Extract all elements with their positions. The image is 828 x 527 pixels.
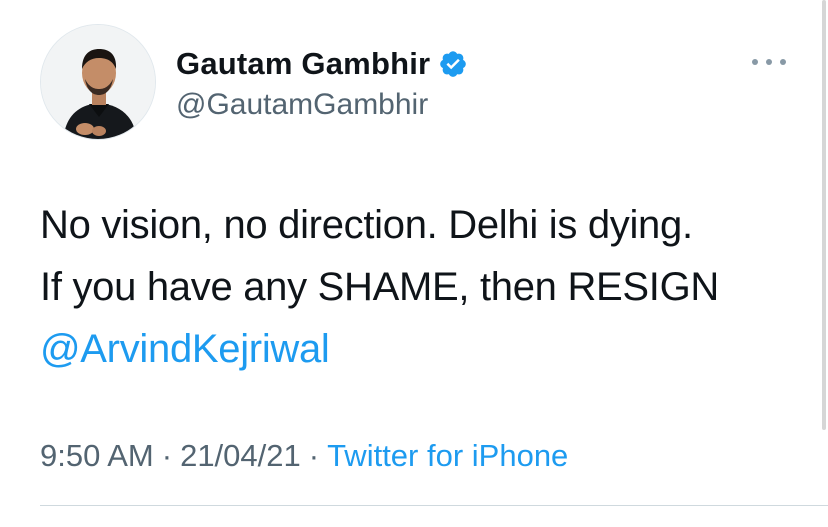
- author-display-name[interactable]: Gautam Gambhir: [176, 46, 430, 82]
- more-dot: [780, 59, 786, 65]
- author-handle[interactable]: @GautamGambhir: [176, 88, 428, 122]
- tweet-card: Gautam Gambhir @GautamGambhir No vision,…: [0, 0, 828, 527]
- author-name-row: Gautam Gambhir: [176, 44, 468, 84]
- tweet-date[interactable]: 21/04/21: [180, 438, 301, 473]
- author-avatar[interactable]: [40, 24, 156, 140]
- tweet-text-line-2: If you have any SHAME, then RESIGN: [40, 265, 719, 309]
- avatar-photo-icon: [41, 25, 155, 139]
- tweet-text-line-1: No vision, no direction. Delhi is dying.: [40, 203, 693, 247]
- divider: [40, 505, 828, 506]
- more-dot: [752, 59, 758, 65]
- scrollbar[interactable]: [822, 0, 826, 430]
- tweet-text: No vision, no direction. Delhi is dying.…: [40, 194, 810, 380]
- mention-link[interactable]: @ArvindKejriwal: [40, 318, 810, 380]
- tweet-metadata: 9:50 AM · 21/04/21 · Twitter for iPhone: [40, 438, 568, 474]
- tweet-time[interactable]: 9:50 AM: [40, 438, 154, 473]
- tweet-source-link[interactable]: Twitter for iPhone: [327, 438, 568, 473]
- verified-badge-icon: [438, 49, 468, 79]
- meta-separator: ·: [161, 438, 173, 473]
- meta-separator: ·: [308, 438, 320, 473]
- more-dot: [766, 59, 772, 65]
- more-options-icon[interactable]: [752, 52, 786, 72]
